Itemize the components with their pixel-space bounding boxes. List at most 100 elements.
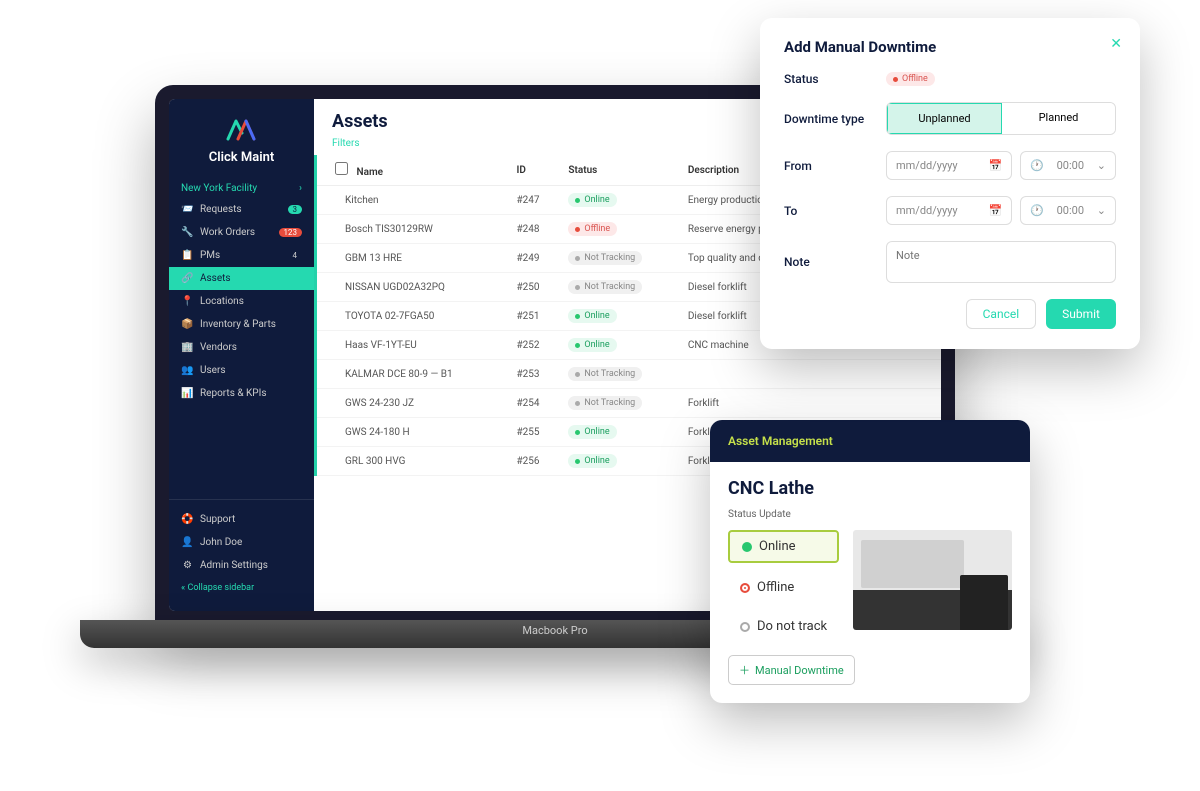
cell-name: Kitchen [316,186,509,215]
nav-icon: 📨 [181,203,194,216]
nav-icon: 🔗 [181,272,194,285]
cell-description: Forklift [680,389,840,418]
from-label: From [784,159,874,173]
submit-button[interactable]: Submit [1046,299,1116,329]
sidebar-item-pms[interactable]: 📋PMs4 [169,244,314,267]
sidebar-item-assets[interactable]: 🔗Assets [169,267,314,290]
donottrack-label: Do not track [757,619,827,634]
asset-name: CNC Lathe [728,478,1012,499]
nav-badge: 3 [288,205,303,214]
col-id[interactable]: ID [508,155,560,186]
cell-status: Online [560,447,679,476]
status-badge: Offline [886,72,935,86]
sidebar-item-reports-kpis[interactable]: 📊Reports & KPIs [169,382,314,405]
cell-status: Not Tracking [560,360,679,389]
cell-id: #251 [508,302,560,331]
to-time-input[interactable]: 🕐00:00⌄ [1020,196,1116,225]
nav-icon: 📋 [181,249,194,262]
collapse-sidebar-button[interactable]: « Collapse sidebar [169,577,314,599]
unplanned-button[interactable]: Unplanned [886,102,1003,135]
chevron-down-icon: ⌄ [1097,204,1106,217]
gear-icon: ⚙ [181,559,194,572]
cell-name: KALMAR DCE 80-9 — B1 [316,360,509,389]
cell-id: #250 [508,273,560,302]
radio-donottrack-icon [740,622,750,632]
sidebar-item-users[interactable]: 👥 Users [169,359,314,382]
user-profile[interactable]: 👤John Doe [169,531,314,554]
cell-id: #252 [508,331,560,360]
cell-name: GBM 13 HRE [316,244,509,273]
col-status[interactable]: Status [560,155,679,186]
settings-label: Admin Settings [200,560,268,571]
sidebar-item-inventory-parts[interactable]: 📦Inventory & Parts [169,313,314,336]
offline-label: Offline [757,580,794,595]
nav-badge: 123 [279,228,303,237]
cell-status: Online [560,418,679,447]
cell-name: GRL 300 HVG [316,447,509,476]
manual-downtime-button[interactable]: ＋Manual Downtime [728,655,855,685]
cell-id: #254 [508,389,560,418]
sidebar-item-requests[interactable]: 📨 Requests 3 [169,198,314,221]
asset-image [853,530,1012,630]
nav-label: Locations [200,296,244,307]
cell-name: GWS 24-230 JZ [316,389,509,418]
radio-offline-icon [740,583,750,593]
note-label: Note [784,255,874,269]
plus-icon: ＋ [739,662,750,678]
collapse-label: Collapse sidebar [187,583,254,593]
cell-id: #249 [508,244,560,273]
downtime-type-label: Downtime type [784,112,874,126]
cell-name: Haas VF-1YT-EU [316,331,509,360]
cancel-button[interactable]: Cancel [966,299,1037,329]
close-button[interactable]: ✕ [1110,36,1122,52]
status-label: Status [784,72,874,86]
status-option-online[interactable]: Online [728,530,839,563]
planned-button[interactable]: Planned [1002,103,1115,134]
calendar-icon: 📅 [988,204,1002,217]
admin-settings[interactable]: ⚙ Admin Settings [169,554,314,577]
select-all-checkbox[interactable] [335,162,348,175]
cell-parrent [840,389,941,418]
nav-label: Inventory & Parts [200,319,276,330]
nav-label: Vendors [200,342,237,353]
support-label: Support [200,514,235,525]
status-option-donottrack[interactable]: Do not track [728,612,839,641]
chevron-down-icon: ⌄ [1097,159,1106,172]
support-icon: 🛟 [181,513,194,526]
nav-icon: 📍 [181,295,194,308]
support-link[interactable]: 🛟 Support [169,508,314,531]
online-label: Online [759,539,796,554]
nav-icon: 👥 [181,364,194,377]
cell-name: NISSAN UGD02A32PQ [316,273,509,302]
note-textarea[interactable] [886,241,1116,283]
cell-name: GWS 24-180 H [316,418,509,447]
from-time-input[interactable]: 🕐00:00⌄ [1020,151,1116,180]
cell-name: TOYOTA 02-7FGA50 [316,302,509,331]
from-date-input[interactable]: mm/dd/yyyy📅 [886,151,1012,180]
table-row[interactable]: GWS 24-230 JZ#254Not TrackingForklift [316,389,942,418]
nav-badge: 4 [288,251,303,260]
cell-status: Not Tracking [560,244,679,273]
clock-icon: 🕐 [1030,159,1044,172]
nav-label: Work Orders [200,227,255,238]
card-header: Asset Management [710,420,1030,462]
facility-selector[interactable]: New York Facility › [169,179,314,198]
laptop-label: Macbook Pro [522,624,587,637]
clock-icon: 🕐 [1030,204,1044,217]
app-name: Click Maint [169,150,314,165]
sidebar-item-vendors[interactable]: 🏢 Vendors [169,336,314,359]
sidebar-item-locations[interactable]: 📍 Locations [169,290,314,313]
status-option-offline[interactable]: Offline [728,573,839,602]
sidebar-item-work-orders[interactable]: 🔧Work Orders123 [169,221,314,244]
add-manual-downtime-modal: Add Manual Downtime ✕ Status Offline Dow… [760,18,1140,349]
nav-label: Users [200,365,226,376]
to-date-input[interactable]: mm/dd/yyyy📅 [886,196,1012,225]
table-row[interactable]: KALMAR DCE 80-9 — B1#253Not Tracking [316,360,942,389]
sidebar-bottom: 🛟 Support 👤John Doe ⚙ Admin Settings « Col… [169,499,314,599]
cell-parrent [840,360,941,389]
status-update-label: Status Update [728,509,1012,520]
page-title: Assets [332,111,388,132]
col-name[interactable]: Name [316,155,509,186]
nav-icon: 🏢 [181,341,194,354]
nav-label: Requests [200,204,242,215]
